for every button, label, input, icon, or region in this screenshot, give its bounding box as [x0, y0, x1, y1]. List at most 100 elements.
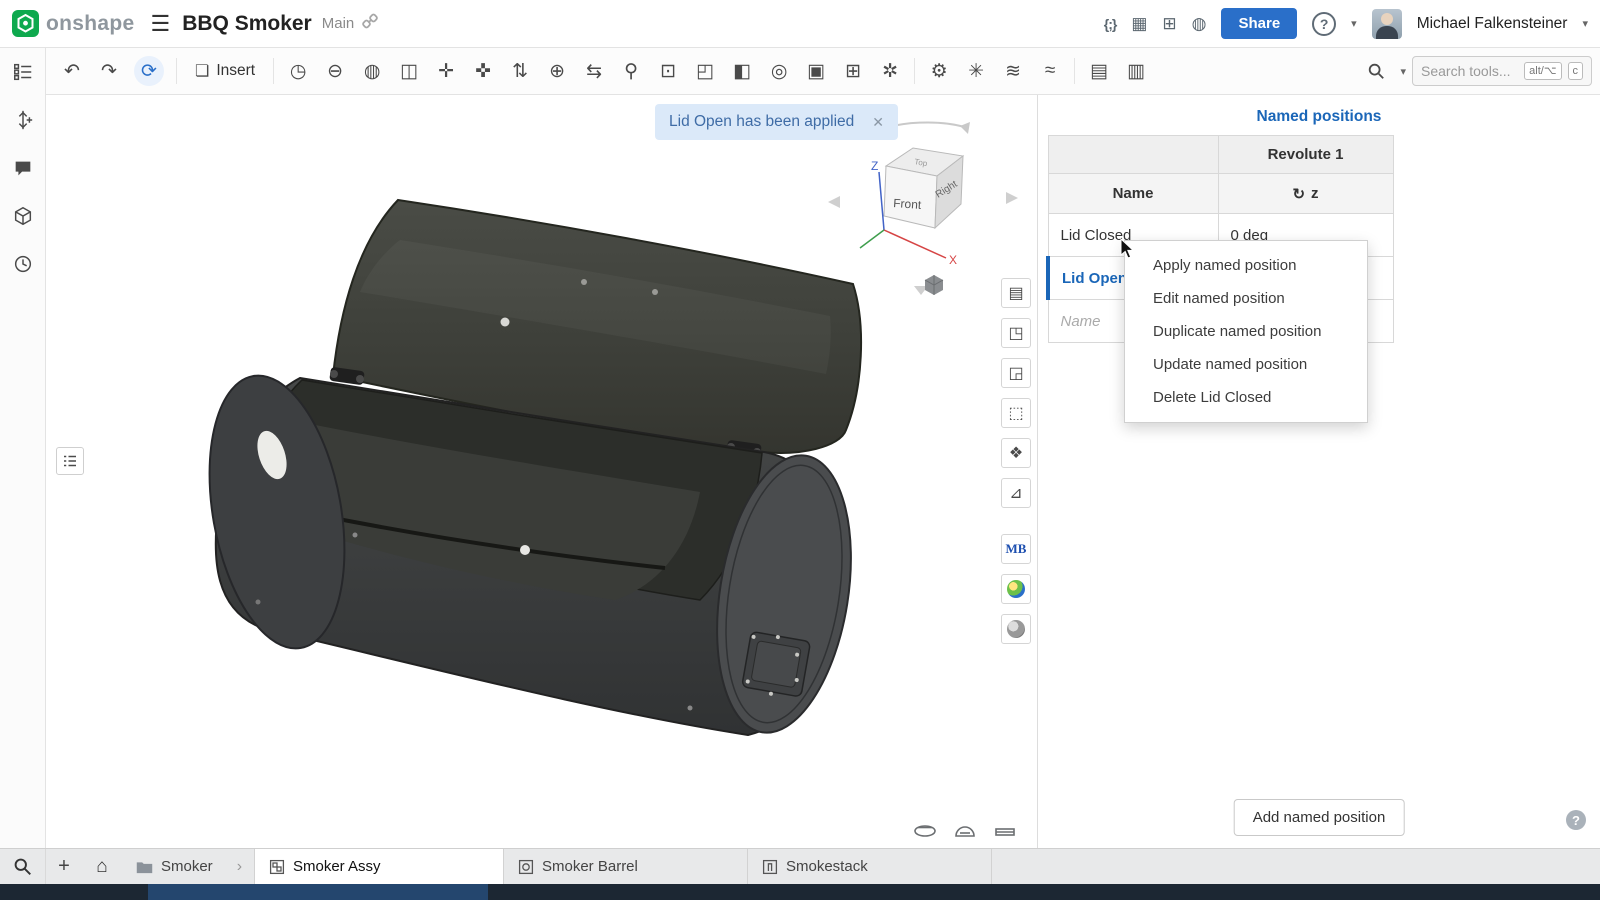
- main-menu-icon[interactable]: ☰: [150, 11, 170, 37]
- revolute-tool-icon[interactable]: ◷: [280, 53, 316, 89]
- isometric-view-icon[interactable]: [922, 273, 946, 302]
- insert-button[interactable]: ❏ Insert: [183, 53, 267, 89]
- ball-mate-icon[interactable]: ◍: [354, 53, 390, 89]
- named-position-context-menu: Apply named position Edit named position…: [1124, 240, 1368, 423]
- menu-item-duplicate[interactable]: Duplicate named position: [1125, 315, 1367, 348]
- logo-text: onshape: [46, 12, 134, 36]
- view-shortcut-group: [912, 822, 1018, 840]
- tab-smokestack[interactable]: Smokestack: [748, 849, 992, 884]
- add-named-position-button[interactable]: Add named position: [1234, 799, 1405, 836]
- drag-view-icon[interactable]: ◲: [1001, 358, 1031, 388]
- fastened-mate-icon[interactable]: ✜: [465, 53, 501, 89]
- feature-list-icon[interactable]: [9, 58, 37, 86]
- help-caret-icon[interactable]: ▾: [1351, 17, 1357, 30]
- screw-relation-icon[interactable]: ≋: [995, 53, 1031, 89]
- update-icon[interactable]: ⟳: [134, 56, 164, 86]
- new-tab-button[interactable]: +: [46, 849, 82, 884]
- tab-smoker-barrel[interactable]: Smoker Barrel: [504, 849, 748, 884]
- bom-icon[interactable]: ▤: [1081, 53, 1117, 89]
- menu-item-update[interactable]: Update named position: [1125, 348, 1367, 381]
- appearance-icon[interactable]: ❖: [1001, 438, 1031, 468]
- scene-svg: Front Right Top Z X: [46, 95, 1037, 848]
- kbd-alt: alt/⌥: [1524, 62, 1561, 80]
- insert-icon: ❏: [195, 61, 209, 81]
- mate-features-icon[interactable]: [9, 106, 37, 134]
- mb-app-icon[interactable]: MB: [1001, 534, 1031, 564]
- instance-tree-button[interactable]: [56, 447, 84, 475]
- matte-sphere-icon[interactable]: [1001, 614, 1031, 644]
- user-avatar[interactable]: [1372, 9, 1402, 39]
- graphics-canvas[interactable]: Front Right Top Z X Lid Open has been ap…: [46, 95, 1037, 848]
- panel-toggle-icon[interactable]: ▤: [1001, 278, 1031, 308]
- search-tools-input[interactable]: Search tools... alt/⌥ c: [1412, 56, 1592, 86]
- menu-item-delete[interactable]: Delete Lid Closed: [1125, 381, 1367, 414]
- user-caret-icon[interactable]: ▾: [1582, 17, 1588, 30]
- cylinder-view-icon[interactable]: [912, 822, 938, 840]
- dome-view-icon[interactable]: [952, 822, 978, 840]
- replicate-icon[interactable]: ✲: [872, 53, 908, 89]
- menu-item-apply[interactable]: Apply named position: [1125, 249, 1367, 282]
- view-cube[interactable]: Front Right Top Z X: [828, 122, 1018, 295]
- slider-mate-icon[interactable]: ⇅: [502, 53, 538, 89]
- undo-button[interactable]: ↶: [54, 53, 90, 89]
- cylindrical-mate-icon[interactable]: ⊖: [317, 53, 353, 89]
- rotate-right-arrow[interactable]: [1006, 192, 1018, 204]
- redo-button[interactable]: ↷: [91, 53, 127, 89]
- link-icon[interactable]: [362, 13, 378, 34]
- belt-relation-icon[interactable]: ≈: [1032, 53, 1068, 89]
- planar-mate-icon[interactable]: ⊕: [539, 53, 575, 89]
- render-sphere-icon[interactable]: [1001, 574, 1031, 604]
- tab-search-icon[interactable]: [0, 849, 46, 884]
- folder-tab-label: Smoker: [161, 858, 213, 875]
- left-rail: [0, 48, 46, 848]
- tab-smoker-assy[interactable]: Smoker Assy: [254, 849, 504, 884]
- share-button[interactable]: Share: [1221, 8, 1297, 39]
- mate-icon[interactable]: ✛: [428, 53, 464, 89]
- branch-name[interactable]: Main: [322, 15, 355, 32]
- section-view-icon[interactable]: ⬚: [1001, 398, 1031, 428]
- user-name[interactable]: Michael Falkensteiner: [1417, 15, 1568, 33]
- panel-help-icon[interactable]: ?: [1566, 810, 1586, 830]
- copy-instance-icon[interactable]: ▣: [798, 53, 834, 89]
- parallel-mate-icon[interactable]: ⇆: [576, 53, 612, 89]
- insert-part-icon[interactable]: ◫: [391, 53, 427, 89]
- parts-cube-icon[interactable]: [9, 202, 37, 230]
- search-placeholder: Search tools...: [1421, 63, 1518, 79]
- z-axis-label: Z: [871, 159, 878, 173]
- structure-panel-icon[interactable]: ▥: [1118, 53, 1154, 89]
- part-studio-tab-icon: [518, 859, 534, 875]
- comments-icon[interactable]: [9, 154, 37, 182]
- toast-close-icon[interactable]: ✕: [872, 114, 884, 131]
- explode-view-icon[interactable]: ◰: [687, 53, 723, 89]
- rack-relation-icon[interactable]: ✳: [958, 53, 994, 89]
- slab-view-icon[interactable]: [992, 822, 1018, 840]
- tab-label: Smoker Assy: [293, 858, 381, 875]
- search-caret-icon[interactable]: ▾: [1400, 65, 1406, 78]
- search-magnifier-icon[interactable]: [1358, 53, 1394, 89]
- frame-select-icon[interactable]: ⊡: [650, 53, 686, 89]
- app-store-icon[interactable]: ⊞: [1162, 14, 1176, 34]
- spreadsheet-icon[interactable]: ▦: [1131, 14, 1147, 34]
- toast-notification: Lid Open has been applied ✕: [655, 104, 898, 140]
- menu-item-edit[interactable]: Edit named position: [1125, 282, 1367, 315]
- gear-relation-icon[interactable]: ⚙: [921, 53, 957, 89]
- export-view-icon[interactable]: ◳: [1001, 318, 1031, 348]
- pattern-icon[interactable]: ⊞: [835, 53, 871, 89]
- document-title: BBQ Smoker: [182, 12, 312, 36]
- featurescript-icon[interactable]: {;}: [1104, 16, 1117, 32]
- display-states-icon[interactable]: ◎: [761, 53, 797, 89]
- tangent-mate-icon[interactable]: ⚲: [613, 53, 649, 89]
- tab-label: Smoker Barrel: [542, 858, 638, 875]
- toolbar-separator: [914, 58, 915, 84]
- folder-tab-smoker[interactable]: Smoker ›: [122, 849, 254, 884]
- help-button[interactable]: ?: [1312, 12, 1336, 36]
- rotate-left-arrow[interactable]: [828, 196, 840, 208]
- history-clock-icon[interactable]: [9, 250, 37, 278]
- measure-icon[interactable]: ⊿: [1001, 478, 1031, 508]
- home-tab-icon[interactable]: ⌂: [82, 849, 122, 884]
- globe-icon[interactable]: ◍: [1192, 14, 1207, 34]
- snapshot-icon[interactable]: ◧: [724, 53, 760, 89]
- assembly-tab-icon: [269, 859, 285, 875]
- onshape-logo[interactable]: onshape: [12, 10, 134, 37]
- viewcube-front-label[interactable]: Front: [893, 196, 923, 212]
